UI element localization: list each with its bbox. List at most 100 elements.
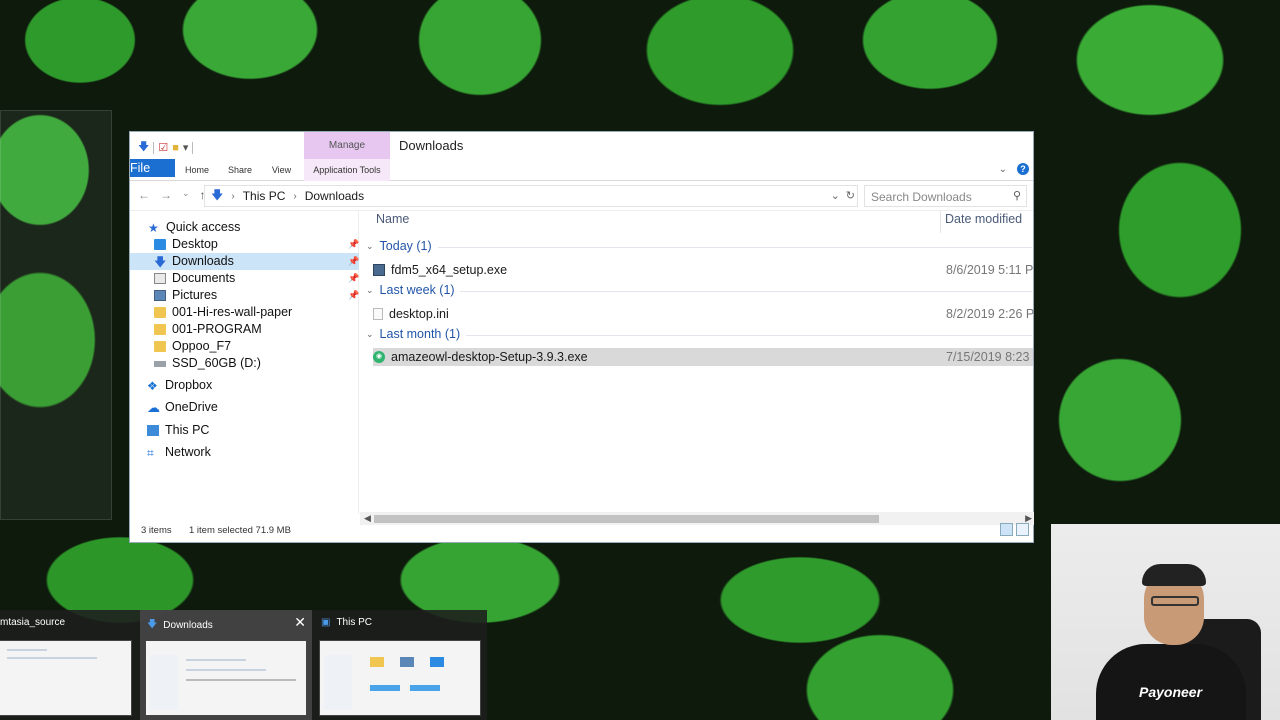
thumbnail-detail bbox=[186, 679, 296, 681]
selection-info: 1 item selected 71.9 MB bbox=[189, 525, 291, 536]
nav-item-hi-res-wallpaper[interactable]: 001-Hi-res-wall-paper bbox=[154, 304, 292, 321]
nav-item-documents[interactable]: Documents bbox=[154, 270, 359, 287]
column-header-date[interactable]: Date modified bbox=[945, 212, 1022, 228]
navigation-pane: ★ Quick access Desktop 📌 🡇 Downloads 📌 D… bbox=[130, 211, 359, 514]
pin-icon[interactable]: 📌 bbox=[348, 256, 359, 267]
chevron-down-icon[interactable]: ▾ bbox=[183, 141, 189, 154]
nav-buttons: ← → ⌄ ↑ bbox=[138, 188, 206, 202]
expand-ribbon-icon[interactable]: ⌄ bbox=[999, 164, 1007, 175]
tab-file[interactable]: File bbox=[130, 159, 175, 177]
thumbnail-detail bbox=[370, 685, 400, 691]
thumbnail-detail bbox=[410, 685, 440, 691]
breadcrumb-this-pc[interactable]: This PC bbox=[243, 189, 286, 203]
nav-item-downloads[interactable]: 🡇 Downloads bbox=[130, 253, 359, 270]
help-icon[interactable]: ? bbox=[1017, 163, 1029, 175]
properties-icon[interactable]: ☑ bbox=[158, 141, 168, 154]
search-input[interactable]: Search Downloads ⚲ bbox=[864, 185, 1027, 207]
breadcrumb-separator-icon[interactable]: › bbox=[231, 191, 234, 202]
nav-dropbox[interactable]: ❖ Dropbox bbox=[147, 377, 212, 394]
breadcrumb-separator-icon[interactable]: › bbox=[293, 191, 296, 202]
group-divider bbox=[438, 247, 1032, 248]
amazeowl-icon: ◉ bbox=[373, 351, 385, 363]
preview-camtasia[interactable]: mtasia_source bbox=[0, 610, 138, 720]
large-icons-view-icon[interactable] bbox=[1016, 523, 1029, 536]
tab-view[interactable]: View bbox=[268, 159, 295, 181]
nav-item-oppoo[interactable]: Oppoo_F7 bbox=[154, 338, 231, 355]
close-icon[interactable]: ✕ bbox=[294, 614, 306, 631]
group-last-week[interactable]: ⌄ Last week (1) bbox=[366, 283, 455, 297]
group-today[interactable]: ⌄ Today (1) bbox=[366, 239, 432, 253]
chevron-down-icon[interactable]: ⌄ bbox=[831, 189, 840, 202]
presenter-hair bbox=[1142, 564, 1206, 586]
column-divider[interactable] bbox=[940, 211, 941, 233]
file-row[interactable]: fdm5_x64_setup.exe 8/6/2019 5:11 PM bbox=[373, 261, 1034, 279]
nav-quick-access[interactable]: ★ Quick access bbox=[148, 219, 240, 236]
file-list: Name Date modified ⌄ Today (1) fdm5_x64_… bbox=[360, 211, 1034, 525]
nav-this-pc[interactable]: This PC bbox=[147, 422, 209, 439]
group-label: Last month (1) bbox=[379, 327, 461, 341]
search-placeholder: Search Downloads bbox=[871, 190, 972, 204]
download-icon: 🡇 bbox=[154, 255, 167, 269]
search-icon[interactable]: ⚲ bbox=[1013, 189, 1021, 202]
desktop-icon bbox=[154, 239, 166, 250]
file-date: 8/6/2019 5:11 PM bbox=[946, 263, 1034, 277]
quick-access-toolbar: 🡇 ☑ ■ ▾ bbox=[138, 138, 194, 157]
preview-thumbnail bbox=[145, 640, 307, 716]
thumbnail-detail bbox=[324, 655, 352, 710]
details-view-icon[interactable] bbox=[1000, 523, 1013, 536]
window-title: Downloads bbox=[399, 138, 464, 153]
nav-item-pictures[interactable]: Pictures bbox=[154, 287, 359, 304]
nav-item-label: SSD_60GB (D:) bbox=[172, 356, 261, 370]
group-last-month[interactable]: ⌄ Last month (1) bbox=[366, 327, 460, 341]
thumbnail-detail bbox=[150, 655, 178, 710]
preview-downloads[interactable]: 🡇 Downloads ✕ bbox=[140, 610, 312, 720]
group-label: Today (1) bbox=[379, 239, 432, 253]
computer-icon bbox=[147, 425, 159, 436]
preview-thumbnail bbox=[319, 640, 481, 716]
tab-home[interactable]: Home bbox=[180, 159, 214, 181]
nav-item-program[interactable]: 001-PROGRAM bbox=[154, 321, 262, 338]
pin-icon[interactable]: 📌 bbox=[348, 290, 359, 301]
nav-item-desktop[interactable]: Desktop bbox=[154, 236, 359, 253]
file-row[interactable]: desktop.ini 8/2/2019 2:26 PM bbox=[373, 305, 1034, 323]
drive-icon bbox=[154, 360, 166, 367]
ribbon-controls: ⌄ ? bbox=[999, 163, 1029, 175]
address-row: ← → ⌄ ↑ 🡇 › This PC › Downloads ⌄ ↻ Sear… bbox=[130, 181, 1033, 211]
nav-item-label: 001-Hi-res-wall-paper bbox=[172, 305, 293, 319]
file-explorer-window: 🡇 ☑ ■ ▾ Manage Downloads File Home Share… bbox=[129, 131, 1034, 543]
refresh-icon[interactable]: ↻ bbox=[846, 189, 855, 202]
item-count: 3 items bbox=[141, 525, 172, 536]
preview-this-pc[interactable]: ▣ This PC bbox=[314, 610, 486, 720]
thumbnail-detail bbox=[430, 657, 444, 667]
address-bar[interactable]: 🡇 › This PC › Downloads ⌄ ↻ bbox=[204, 185, 858, 207]
new-folder-icon[interactable]: ■ bbox=[172, 142, 179, 154]
download-icon: 🡇 bbox=[211, 187, 224, 202]
preview-thumbnail bbox=[0, 640, 132, 716]
nav-item-label: Desktop bbox=[172, 237, 218, 251]
nav-item-label: 001-PROGRAM bbox=[172, 322, 262, 336]
divider bbox=[153, 141, 155, 154]
forward-arrow-icon[interactable]: → bbox=[160, 188, 172, 202]
nav-onedrive[interactable]: ☁ OneDrive bbox=[147, 399, 218, 416]
tab-share[interactable]: Share bbox=[225, 159, 255, 181]
manage-tab[interactable]: Manage bbox=[304, 132, 390, 159]
presenter-glasses bbox=[1151, 596, 1199, 606]
breadcrumb-downloads[interactable]: Downloads bbox=[305, 189, 364, 203]
status-bar: 3 items 1 item selected 71.9 MB bbox=[130, 520, 1033, 542]
nav-network[interactable]: ⌗ Network bbox=[147, 444, 211, 461]
pin-icon[interactable]: 📌 bbox=[348, 239, 359, 250]
nav-item-label: OneDrive bbox=[165, 400, 218, 414]
download-icon[interactable]: 🡇 bbox=[138, 138, 149, 157]
folder-icon bbox=[154, 324, 166, 335]
tab-application-tools[interactable]: Application Tools bbox=[304, 159, 390, 181]
column-header-name[interactable]: Name bbox=[376, 212, 409, 228]
file-row[interactable]: ◉ amazeowl-desktop-Setup-3.9.3.exe 7/15/… bbox=[373, 348, 1034, 366]
recent-chevron-icon[interactable]: ⌄ bbox=[182, 188, 190, 202]
nav-item-ssd-drive[interactable]: SSD_60GB (D:) bbox=[154, 355, 261, 372]
file-date: 7/15/2019 8:23 PM bbox=[946, 350, 1034, 364]
file-name: desktop.ini bbox=[389, 307, 449, 321]
back-arrow-icon[interactable]: ← bbox=[138, 188, 150, 202]
pin-icon[interactable]: 📌 bbox=[348, 273, 359, 284]
nav-item-label: Quick access bbox=[166, 220, 241, 234]
view-switcher bbox=[1000, 523, 1029, 536]
